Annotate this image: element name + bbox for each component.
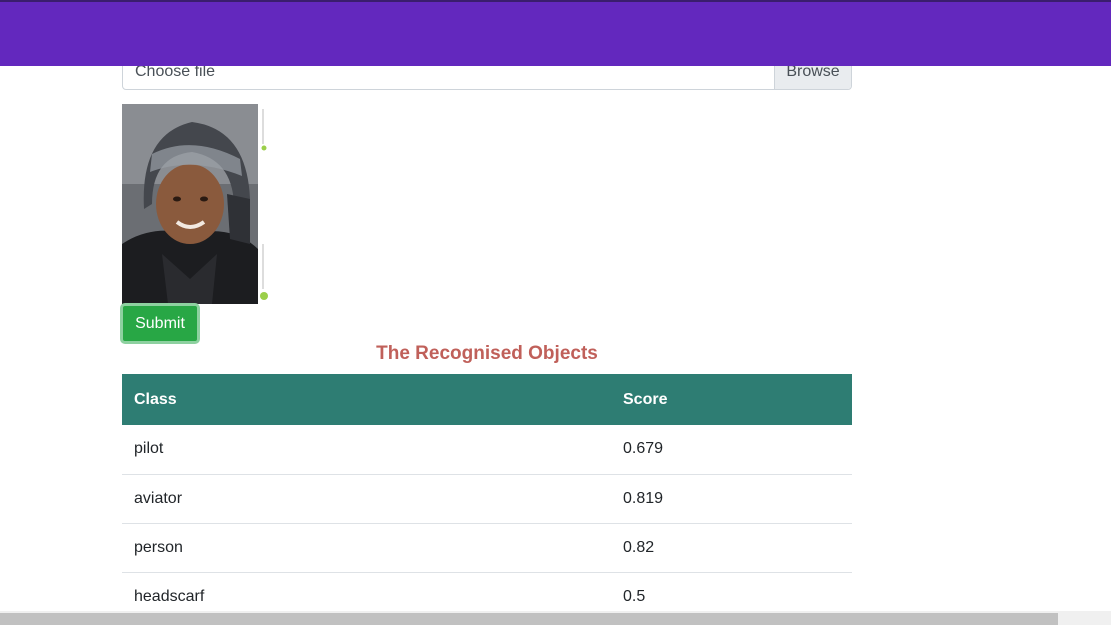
column-header-score: Score (611, 374, 852, 425)
table-row: person 0.82 (122, 523, 852, 573)
class-cell: pilot (122, 425, 611, 475)
table-header-row: Class Score (122, 374, 852, 425)
class-cell: person (122, 523, 611, 573)
table-row: aviator 0.819 (122, 474, 852, 524)
score-cell: 0.819 (611, 474, 852, 524)
class-cell: aviator (122, 474, 611, 524)
score-cell: 0.82 (611, 523, 852, 573)
uploaded-image-preview (122, 104, 270, 304)
top-navbar (0, 0, 1111, 66)
photo-of-person-with-helmet (122, 104, 270, 304)
score-cell: 0.679 (611, 425, 852, 475)
results-table: Class Score pilot 0.679 aviator 0.819 pe… (122, 374, 852, 622)
results-title: The Recognised Objects (376, 343, 598, 364)
scrollbar-thumb[interactable] (0, 613, 1058, 625)
submit-button[interactable]: Submit (120, 303, 200, 344)
horizontal-scrollbar[interactable] (0, 611, 1111, 625)
column-header-class: Class (122, 374, 611, 425)
table-row: pilot 0.679 (122, 425, 852, 475)
